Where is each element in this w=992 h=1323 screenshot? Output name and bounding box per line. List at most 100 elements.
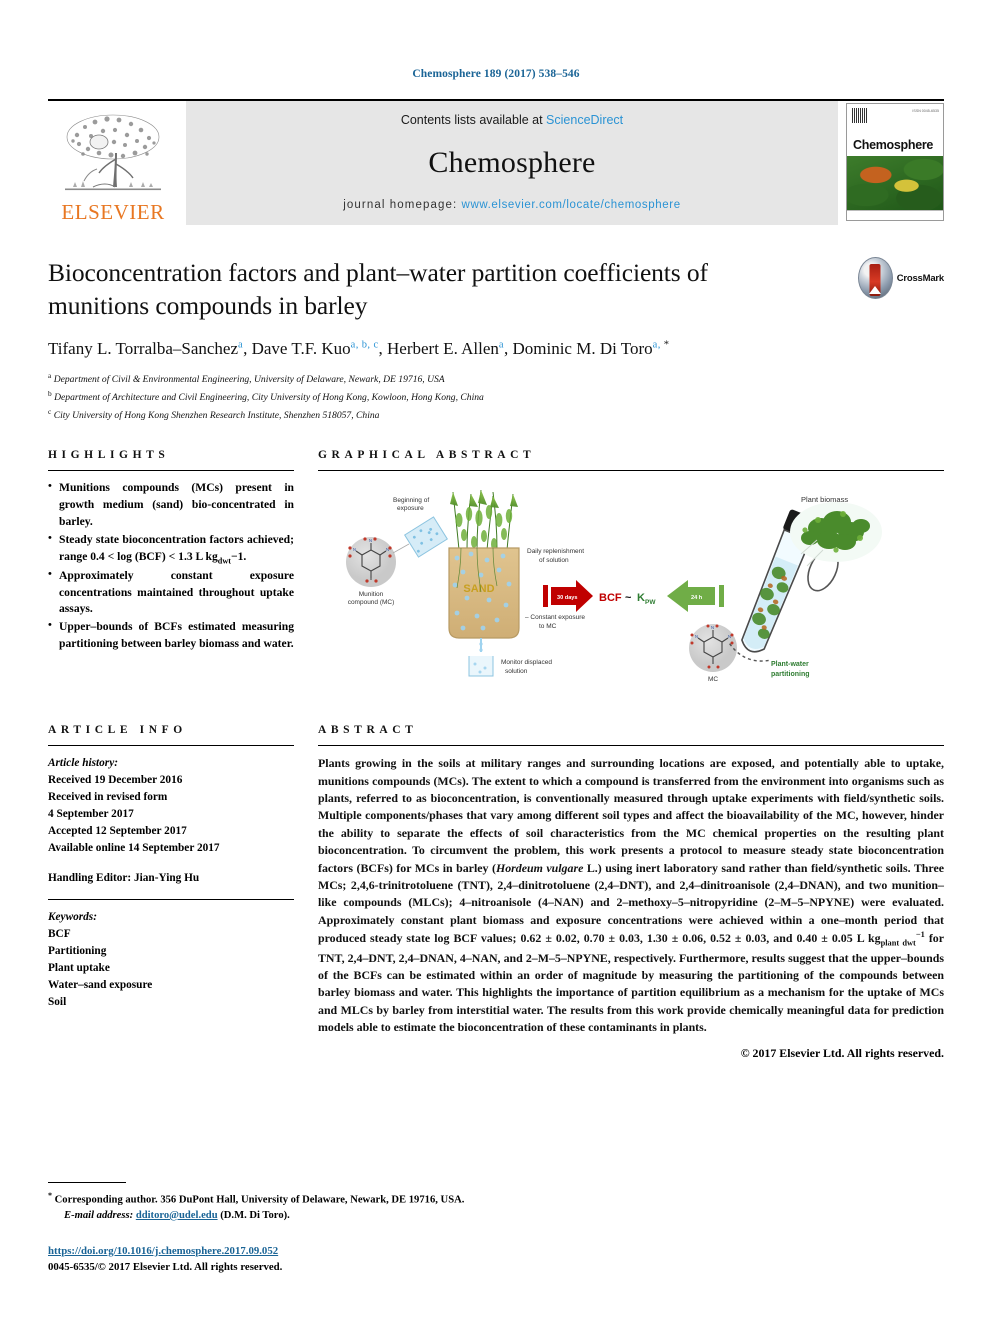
graphical-abstract-figure: NNN Munition compound (MC) Beginning of … [318, 480, 944, 693]
article-info-section: ARTICLE INFO Article history: Received 1… [48, 724, 294, 1060]
keywords-label: Keywords: [48, 910, 97, 923]
article-history-label: Article history: [48, 757, 118, 770]
running-head: Chemosphere 189 (2017) 538–546 [412, 68, 580, 80]
email-link[interactable]: dditoro@udel.edu [136, 1210, 218, 1221]
highlights-and-graphical-abstract-row: HIGHLIGHTS Munitions compounds (MCs) pre… [48, 449, 944, 693]
email-owner: (D.M. Di Toro). [217, 1209, 290, 1221]
highlight-text: Upper–bounds of BCFs estimated measuring… [59, 620, 294, 650]
highlights-list: Munitions compounds (MCs) present in gro… [48, 479, 294, 653]
elsevier-tree-icon [65, 114, 161, 191]
crossmark-badge-group[interactable]: CrossMark [858, 255, 944, 301]
graphical-abstract-svg: NNN Munition compound (MC) Beginning of … [346, 490, 882, 683]
journal-homepage-link[interactable]: www.elsevier.com/locate/chemosphere [462, 199, 681, 211]
highlights-section: HIGHLIGHTS Munitions compounds (MCs) pre… [48, 449, 294, 692]
abstract-part-1: Plants growing in the soils at military … [318, 756, 944, 875]
section-divider [48, 470, 294, 472]
svg-text:solution: solution [505, 668, 528, 675]
affiliation-mark: a [48, 371, 52, 381]
keyword-item: Water–sand exposure [48, 978, 153, 991]
keywords-block: Keywords: BCF Partitioning Plant uptake … [48, 909, 294, 1011]
author-affiliation-marks[interactable]: a, b, c [351, 340, 379, 351]
mc-label: MC [708, 676, 718, 683]
journal-article-page: Chemosphere 189 (2017) 538–546 ELSEVIER … [0, 0, 992, 1323]
doi-link[interactable]: https://doi.org/10.1016/j.chemosphere.20… [48, 1243, 508, 1259]
plant-biomass-label: Plant biomass [801, 495, 848, 504]
affiliation-text: City University of Hong Kong Shenzhen Re… [53, 409, 380, 421]
munition-compound-group: NNN Munition compound (MC) [346, 537, 396, 606]
highlight-tail: −1. [230, 549, 247, 563]
cover-journal-title: Chemosphere [853, 138, 934, 152]
crossmark-icon [858, 257, 893, 299]
affiliation-text: Department of Civil & Environmental Engi… [53, 374, 445, 386]
highlights-heading: HIGHLIGHTS [48, 449, 170, 462]
plant-water-partitioning-label: Plant-water [771, 661, 809, 668]
keyword-item: BCF [48, 927, 71, 940]
affiliation-item: a Department of Civil & Environmental En… [48, 370, 944, 388]
abstract-text: Plants growing in the soils at military … [318, 755, 944, 1036]
cover-top-band: ISSN 0045-6535 Chemosphere [847, 104, 943, 156]
affiliation-text: Department of Architecture and Civil Eng… [54, 392, 484, 403]
section-divider [318, 745, 944, 747]
articleinfo-and-abstract-row: ARTICLE INFO Article history: Received 1… [48, 724, 944, 1060]
article-history-block: Article history: Received 19 December 20… [48, 755, 294, 887]
author-separator: , [378, 339, 388, 359]
list-item: Approximately constant exposure concentr… [48, 567, 294, 618]
affiliation-mark: c [48, 406, 52, 416]
author-name: Herbert E. Allen [387, 339, 499, 359]
highlight-text: Munitions compounds (MCs) present in gro… [59, 481, 294, 528]
elsevier-wordmark: ELSEVIER [61, 200, 165, 224]
title-block: Bioconcentration factors and plant–water… [48, 257, 944, 423]
monitor-displaced-label: Monitor displaced [501, 659, 552, 666]
journal-homepage-line: journal homepage: www.elsevier.com/locat… [343, 199, 680, 211]
homepage-prefix: journal homepage: [343, 199, 462, 211]
abstract-unit-superscript: −1 [915, 930, 925, 940]
svg-text:compound (MC): compound (MC) [348, 599, 395, 606]
list-item: Upper–bounds of BCFs estimated measuring… [48, 618, 294, 653]
sand-label: SAND [463, 583, 494, 595]
footnote-divider [48, 1181, 126, 1183]
author-affiliation-marks[interactable]: a, [653, 340, 664, 351]
journal-masthead: ELSEVIER Contents lists available at Sci… [48, 99, 944, 225]
red-arrow-label: 30 days [557, 595, 578, 601]
graphical-abstract-section: GRAPHICAL ABSTRACT N N N Munition compou… [318, 449, 944, 693]
cover-artwork [847, 156, 943, 210]
barcode-icon [852, 108, 867, 123]
author-list: Tifany L. Torralba–Sanchez a, Dave T.F. K… [48, 337, 944, 361]
keyword-item: Partitioning [48, 944, 107, 957]
affiliation-item: b Department of Architecture and Civil E… [48, 388, 944, 406]
abstract-section: ABSTRACT Plants growing in the soils at … [318, 724, 944, 1060]
keyword-item: Soil [48, 995, 67, 1008]
article-info-heading: ARTICLE INFO [48, 724, 187, 737]
history-item: Accepted 12 September 2017 [48, 825, 187, 838]
journal-title: Chemosphere [428, 146, 596, 179]
journal-cover-thumbnail[interactable]: ISSN 0045-6535 Chemosphere [846, 103, 944, 221]
contents-available-line: Contents lists available at ScienceDirec… [401, 113, 623, 127]
list-item: Steady state bioconcentration factors ac… [48, 531, 294, 567]
section-divider [318, 470, 944, 472]
abstract-species-name: Hordeum vulgare [495, 860, 584, 875]
green-arrow-group: 24 h [667, 580, 724, 613]
author-name: Dominic M. Di Toro [512, 339, 653, 359]
sand-column-group: SAND Monitor displaced solution [448, 490, 552, 677]
beginning-of-exposure-group: Beginning of exposure [392, 497, 448, 559]
svg-text:partitioning: partitioning [771, 671, 810, 678]
keywords-list: BCF Partitioning Plant uptake Water–sand… [48, 926, 294, 1011]
crossmark-label: CrossMark [896, 272, 945, 284]
corresponding-author-marker[interactable]: * [664, 340, 669, 351]
svg-text:~: ~ [625, 592, 632, 604]
sciencedirect-link[interactable]: ScienceDirect [546, 113, 623, 127]
history-item: 4 September 2017 [48, 808, 134, 821]
affiliation-list: a Department of Civil & Environmental En… [48, 370, 944, 423]
svg-text:exposure: exposure [397, 505, 424, 512]
history-item: Received in revised form [48, 791, 168, 804]
highlight-subscript: dwt [217, 555, 231, 565]
munition-compound-label: Munition [359, 591, 384, 598]
svg-text:BCF: BCF [599, 592, 622, 604]
constant-exposure-label: – Constant exposure [525, 614, 585, 621]
author-separator: , [243, 339, 252, 359]
cover-bottom-band [847, 210, 943, 220]
center-equation-group: BCF ~ K PW [599, 592, 656, 606]
svg-text:N: N [695, 634, 698, 639]
author-name: Dave T.F. Kuo [251, 339, 351, 359]
handling-editor: Handling Editor: Jian-Ying Hu [48, 871, 200, 884]
